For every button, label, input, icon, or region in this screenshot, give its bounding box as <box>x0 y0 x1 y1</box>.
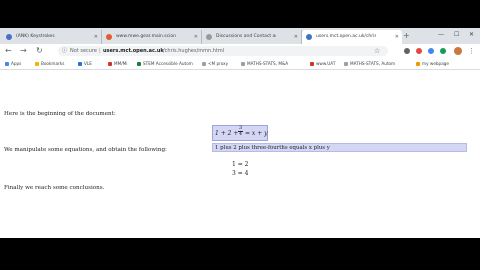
close-icon[interactable]: ✕ <box>194 30 198 44</box>
bookmark-label: STEM Accessible Autom <box>143 61 193 66</box>
bookmark-apps[interactable]: Apps <box>5 59 21 69</box>
navigation-toolbar: ← → ↻ ⓘ Not secure | users.mct.open.ac.u… <box>0 44 480 58</box>
bookmark-label: MATHS-STATS, Autom <box>350 61 396 66</box>
tab-current-page[interactable]: users.mct.open.ac.uk/chris.hug ✕ <box>302 30 402 44</box>
new-tab-icon[interactable]: + <box>403 30 410 42</box>
bookmark-label: Apps <box>11 61 22 66</box>
manipulate-paragraph: We manipulate some equations, and obtain… <box>4 147 167 153</box>
browser-window: (ANK) Keystrokes ✕ www.mwe.gear.main.sci… <box>0 28 480 238</box>
tab-label: users.mct.open.ac.uk/chris.hug <box>316 34 376 39</box>
bookmark-vle[interactable]: VLE <box>78 59 92 69</box>
favicon-icon <box>137 61 141 66</box>
url-separator: | <box>99 48 101 54</box>
address-bar[interactable]: ⓘ Not secure | users.mct.open.ac.uk /chr… <box>58 46 388 56</box>
bookmark-label: www.UAT <box>316 61 336 66</box>
favicon-icon <box>344 61 348 66</box>
forward-icon[interactable]: → <box>20 45 27 57</box>
maximize-icon[interactable]: ☐ <box>454 29 459 41</box>
bookmark-bookmarks[interactable]: Bookmarks <box>35 59 64 69</box>
page-content: Here is the beginning of the document: 1… <box>0 70 480 238</box>
bookmark-label: MATHS-STATS, M&A <box>247 61 289 66</box>
extension-icon[interactable] <box>440 48 446 54</box>
tab-favicon-icon <box>206 34 212 40</box>
menu-icon[interactable]: ⋮ <box>468 45 475 57</box>
math-left: 1 + 2 + <box>215 130 239 137</box>
security-status: Not secure <box>70 48 97 54</box>
tab-favicon-icon <box>6 34 12 40</box>
opera-extension-icon[interactable] <box>416 48 422 54</box>
close-icon[interactable]: ✕ <box>294 30 298 44</box>
bookmark-my-webpage[interactable]: my webpage <box>416 59 449 69</box>
favicon-icon <box>416 61 420 66</box>
back-icon[interactable]: ← <box>5 45 12 57</box>
url-host: users.mct.open.ac.uk <box>103 48 164 54</box>
intro-paragraph: Here is the beginning of the document: <box>4 111 116 117</box>
reload-icon[interactable]: ↻ <box>36 45 43 57</box>
bookmark-maths-stats[interactable]: MATHS-STATS, M&A <box>241 59 288 69</box>
math-right: = x + y <box>245 130 268 137</box>
bookmark-uat[interactable]: www.UAT <box>310 59 335 69</box>
avatar[interactable] <box>454 47 462 55</box>
bookmark-mm[interactable]: MM/Mi <box>108 59 127 69</box>
fraction-numerator: 3 <box>239 126 242 131</box>
bookmark-label: <M proxy <box>208 61 229 66</box>
close-window-icon[interactable]: ✕ <box>469 29 474 41</box>
math-speech-text: 1 plus 2 plus three-fourths equals x plu… <box>212 143 467 152</box>
conclusion-paragraph: Finally we reach some conclusions. <box>4 185 105 191</box>
bookmark-stem[interactable]: STEM Accessible Autom <box>137 59 193 69</box>
equation-line: 3 = 4 <box>232 170 249 177</box>
tab-discussions[interactable]: Discussions and Contact accessi ✕ <box>202 30 302 44</box>
bookmark-label: Bookmarks <box>41 61 65 66</box>
favicon-icon <box>108 61 112 66</box>
tab-favicon-icon <box>106 34 112 40</box>
close-icon[interactable]: ✕ <box>395 30 399 44</box>
bookmark-label: VLE <box>84 61 92 66</box>
bookmark-label: MM/Mi <box>114 61 128 66</box>
tab-favicon-icon <box>306 34 312 40</box>
bookmark-star-icon[interactable]: ☆ <box>374 45 380 57</box>
info-icon[interactable]: ⓘ <box>62 46 67 56</box>
close-icon[interactable]: ✕ <box>94 30 98 44</box>
tab-label: www.mwe.gear.main.scions.a <box>116 34 176 39</box>
url-path: /chris.hughes/mmn.html <box>163 48 225 54</box>
bookmarks-bar: Apps Bookmarks VLE MM/Mi STEM Accessible… <box>0 59 480 70</box>
tab-strip: (ANK) Keystrokes ✕ www.mwe.gear.main.sci… <box>0 28 480 44</box>
favicon-icon <box>202 61 206 66</box>
bookmark-maths-stats-autom[interactable]: MATHS-STATS, Autom <box>344 59 395 69</box>
fraction-denominator: 4 <box>238 131 243 137</box>
math-expression-highlighted[interactable]: 1 + 2 + 3 4 = x + y <box>212 125 268 141</box>
favicon-icon <box>310 61 314 66</box>
extension-icon[interactable] <box>428 48 434 54</box>
favicon-icon <box>78 61 82 66</box>
bookmark-proxy[interactable]: <M proxy <box>202 59 228 69</box>
tab-label: Discussions and Contact accessi <box>216 34 276 39</box>
tab-label: (ANK) Keystrokes <box>16 34 55 39</box>
equation-line: 1 = 2 <box>232 161 249 168</box>
minimize-icon[interactable]: — <box>438 29 444 41</box>
tab-keystrokes[interactable]: (ANK) Keystrokes ✕ <box>2 30 102 44</box>
apps-icon <box>5 61 9 66</box>
star-icon <box>35 61 39 66</box>
math-fraction: 3 4 <box>238 126 243 137</box>
bookmark-label: my webpage <box>422 61 450 66</box>
tab-mwe[interactable]: www.mwe.gear.main.scions.a ✕ <box>102 30 202 44</box>
extension-icon[interactable] <box>404 48 410 54</box>
favicon-icon <box>241 61 245 66</box>
